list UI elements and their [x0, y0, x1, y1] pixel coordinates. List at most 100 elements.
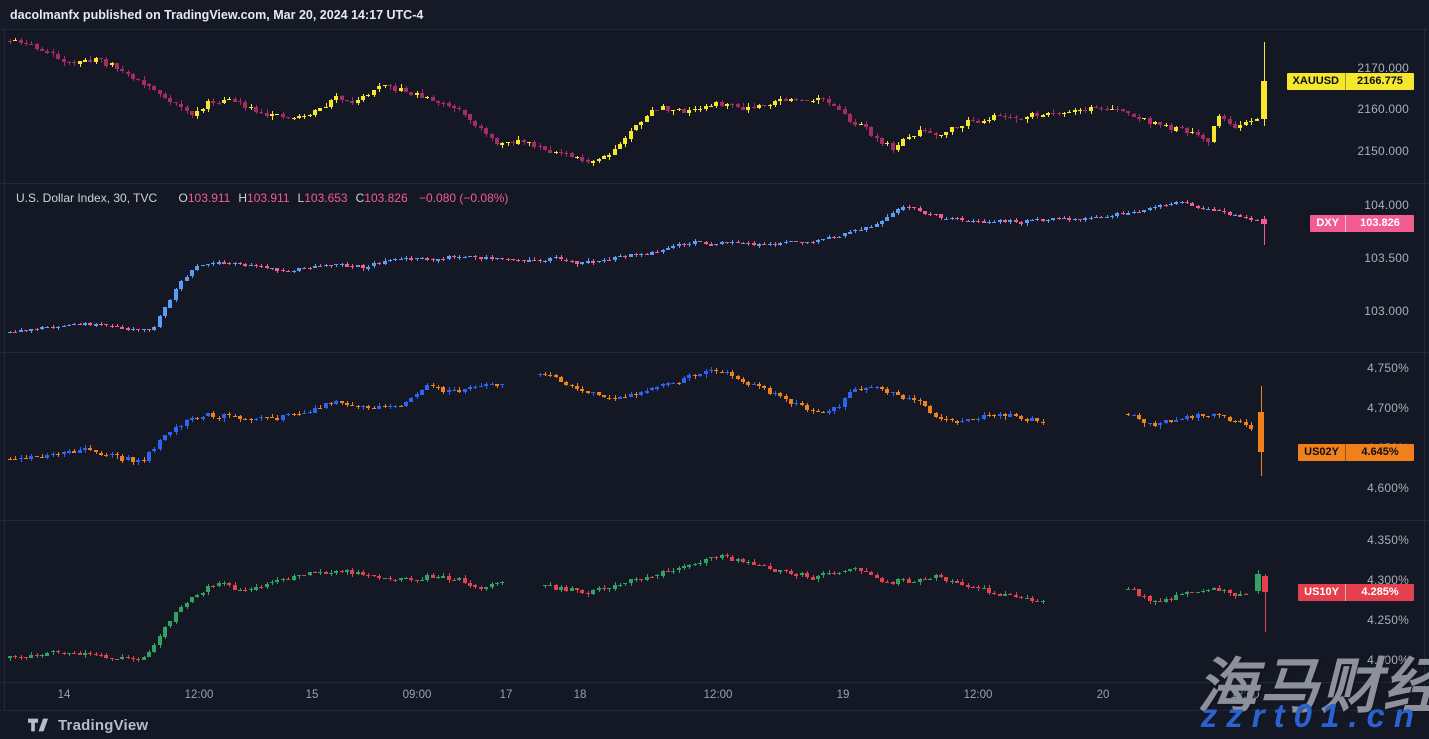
candle: [1255, 220, 1259, 221]
time-tick-label[interactable]: 14: [58, 689, 71, 701]
time-tick-label[interactable]: 12:00: [704, 689, 733, 701]
candle: [597, 159, 601, 161]
time-tick-label[interactable]: 15: [306, 689, 319, 701]
candle: [441, 387, 445, 392]
candle: [1126, 111, 1130, 113]
candle: [104, 324, 108, 325]
candlestick-chart[interactable]: [0, 0, 1429, 739]
candle: [1051, 113, 1055, 114]
candle: [698, 241, 702, 242]
candle: [907, 137, 911, 139]
candle: [1206, 209, 1210, 210]
candle: [837, 573, 841, 574]
candle: [436, 387, 440, 388]
candle: [564, 587, 568, 591]
candle: [973, 117, 974, 122]
candle: [559, 587, 563, 590]
candle: [918, 130, 922, 136]
time-tick-label[interactable]: 09:00: [403, 689, 432, 701]
price-badge-xauusd[interactable]: XAUUSD2166.775: [1287, 73, 1414, 90]
candle: [72, 62, 76, 63]
candle: [982, 588, 986, 589]
candle: [479, 587, 483, 589]
candle: [83, 60, 87, 62]
candle: [1030, 418, 1034, 421]
candle: [538, 260, 542, 261]
candle: [1115, 109, 1119, 110]
candle: [404, 402, 408, 406]
candle: [1174, 202, 1178, 204]
candle: [609, 395, 610, 400]
candle: [142, 329, 146, 330]
candle: [254, 265, 258, 266]
price-badge-us10y[interactable]: US10Y4.285%: [1298, 584, 1414, 601]
candle: [24, 330, 28, 331]
candle: [946, 217, 947, 219]
candle: [1035, 418, 1039, 421]
candle: [409, 578, 413, 580]
candle: [265, 266, 269, 268]
candle: [1217, 116, 1221, 126]
time-tick-label[interactable]: 20: [1097, 689, 1110, 701]
candle: [35, 655, 39, 656]
candle: [457, 108, 461, 109]
candle: [1258, 412, 1264, 452]
price-badge-us02y[interactable]: US02Y4.645%: [1298, 444, 1414, 461]
candle: [88, 323, 92, 325]
candle: [955, 218, 959, 219]
candle: [136, 460, 140, 462]
candle: [292, 414, 296, 415]
candle: [420, 390, 424, 395]
candle: [757, 244, 761, 246]
candle: [1148, 208, 1152, 210]
candle: [613, 585, 617, 589]
candle: [479, 386, 483, 387]
candle: [115, 63, 119, 69]
candle: [746, 562, 750, 563]
time-tick-label[interactable]: 12:00: [185, 689, 214, 701]
dxy-legend[interactable]: U.S. Dollar Index, 30, TVC O103.911H103.…: [16, 191, 508, 205]
candle: [928, 214, 932, 215]
candle: [227, 263, 231, 264]
candle: [131, 658, 135, 659]
candle: [1121, 213, 1125, 214]
candle: [259, 587, 263, 588]
candle: [907, 207, 911, 208]
candle: [1190, 592, 1194, 593]
candle: [754, 103, 755, 109]
candle: [222, 100, 226, 103]
time-tick-label[interactable]: 19: [837, 689, 850, 701]
candle: [345, 403, 349, 405]
candle: [1083, 218, 1087, 220]
candle: [297, 116, 301, 118]
candle: [1153, 122, 1157, 124]
candle: [816, 576, 820, 579]
price-badge-dxy[interactable]: DXY103.826: [1310, 215, 1414, 232]
dxy-legend-change: −0.080 (−0.08%): [419, 191, 508, 205]
candle: [982, 415, 986, 419]
time-tick-label[interactable]: 18: [574, 689, 587, 701]
tradingview-logo-icon[interactable]: [28, 718, 49, 733]
candle: [645, 391, 649, 393]
time-tick-label[interactable]: 12:00: [964, 689, 993, 701]
candle: [495, 583, 499, 584]
candle: [861, 386, 862, 391]
candle: [1126, 213, 1130, 215]
candle: [655, 575, 659, 576]
candle: [768, 105, 772, 106]
candle: [120, 327, 124, 329]
candle: [770, 104, 771, 109]
time-tick-label[interactable]: 17: [500, 689, 513, 701]
candle: [1238, 215, 1242, 217]
candle: [944, 577, 948, 581]
tradingview-brand-text[interactable]: TradingView: [58, 717, 148, 734]
candle: [259, 112, 263, 113]
candle: [923, 130, 927, 131]
candle: [366, 95, 370, 96]
candle: [982, 121, 986, 123]
candle: [1255, 574, 1261, 591]
candle: [67, 325, 71, 326]
candle: [147, 329, 151, 330]
candle: [1142, 419, 1146, 423]
candle: [1212, 414, 1216, 416]
